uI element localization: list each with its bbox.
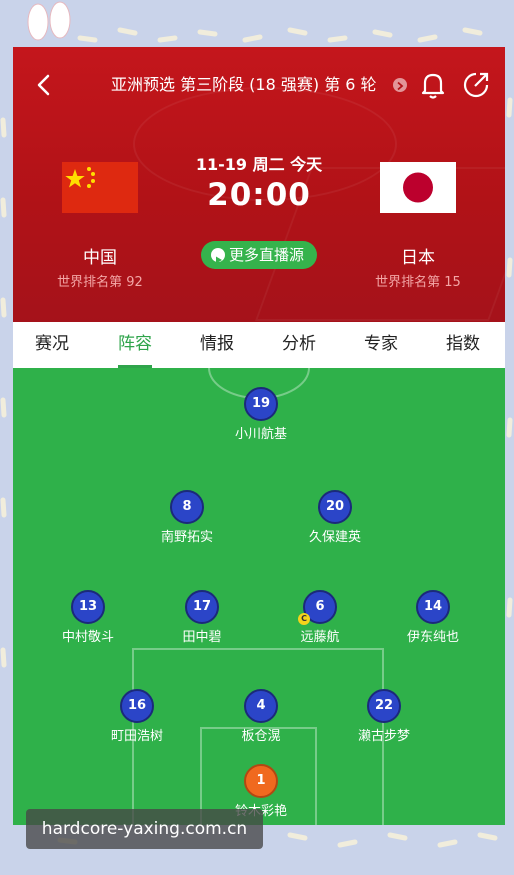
- player-number: 22: [367, 689, 401, 723]
- player-token[interactable]: 19 小川航基: [211, 387, 311, 447]
- tab-match-status[interactable]: 赛况: [35, 322, 69, 368]
- player-name: 南野拓实: [160, 530, 213, 545]
- player-name: 町田浩树: [110, 729, 163, 744]
- top-bar: 亚洲预选 第三阶段 (18 强赛) 第 6 轮: [13, 47, 505, 123]
- player-name: 伊东纯也: [406, 630, 459, 645]
- player-token[interactable]: 8 南野拓实: [137, 490, 237, 550]
- play-icon: [211, 248, 225, 264]
- player-name: 田中碧: [182, 630, 222, 645]
- captain-badge: C: [298, 613, 310, 625]
- player-name: 小川航基: [234, 427, 287, 442]
- player-token[interactable]: 22 濑古步梦: [334, 689, 434, 749]
- lineup-pitch: 19 小川航基 8 南野拓实 20 久保建英 13 中村敬斗 17 田中碧 6 …: [13, 368, 505, 825]
- player-number: 19: [244, 387, 278, 421]
- player-token[interactable]: 13 中村敬斗: [38, 590, 138, 650]
- match-title[interactable]: 亚洲预选 第三阶段 (18 强赛) 第 6 轮: [111, 73, 411, 97]
- tab-label: 赛况: [35, 334, 69, 354]
- match-header: 亚洲预选 第三阶段 (18 强赛) 第 6 轮 11-19 周二 今天 20:0…: [13, 47, 505, 322]
- away-team-rank: 世界排名第 15: [375, 275, 461, 290]
- more-live-sources-label: 更多直播源: [229, 246, 305, 264]
- more-live-sources-button[interactable]: 更多直播源: [201, 241, 317, 269]
- tab-lineup[interactable]: 阵容: [118, 322, 152, 368]
- site-watermark: hardcore-yaxing.com.cn: [26, 809, 263, 849]
- player-token[interactable]: 17 田中碧: [152, 590, 252, 650]
- player-token[interactable]: 14 伊东纯也: [383, 590, 483, 650]
- player-token[interactable]: 6 C 远藤航: [270, 590, 370, 650]
- player-token[interactable]: 4 板仓滉: [211, 689, 311, 749]
- tab-label: 分析: [282, 334, 316, 354]
- tab-label: 专家: [364, 334, 398, 354]
- tab-analysis[interactable]: 分析: [282, 322, 316, 368]
- tab-odds[interactable]: 指数: [446, 322, 480, 368]
- player-name: 远藤航: [300, 630, 340, 645]
- player-name: 久保建英: [308, 530, 361, 545]
- tab-expert[interactable]: 专家: [364, 322, 398, 368]
- tab-label: 指数: [446, 334, 480, 354]
- player-number: 13: [71, 590, 105, 624]
- share-icon[interactable]: [461, 70, 491, 100]
- player-number: 8: [170, 490, 204, 524]
- bell-icon[interactable]: [419, 70, 447, 100]
- match-date: 11-19 周二 今天: [195, 155, 323, 174]
- match-time: 20:00: [207, 177, 311, 213]
- china-flag-icon: [62, 162, 138, 213]
- player-token[interactable]: 20 久保建英: [285, 490, 385, 550]
- tab-intel[interactable]: 情报: [200, 322, 234, 368]
- player-number: 14: [416, 590, 450, 624]
- tab-label: 情报: [200, 334, 234, 354]
- player-number: 20: [318, 490, 352, 524]
- player-number: 4: [244, 689, 278, 723]
- goalkeeper-number: 1: [244, 764, 278, 798]
- player-number: 17: [185, 590, 219, 624]
- player-number: 16: [120, 689, 154, 723]
- home-team-rank: 世界排名第 92: [57, 275, 143, 290]
- player-token[interactable]: 16 町田浩树: [87, 689, 187, 749]
- home-team-name[interactable]: 中国: [30, 243, 170, 268]
- chevron-right-icon[interactable]: [393, 78, 407, 92]
- tab-label: 阵容: [118, 334, 152, 354]
- match-app: 亚洲预选 第三阶段 (18 强赛) 第 6 轮 11-19 周二 今天 20:0…: [13, 47, 505, 825]
- tab-bar: 赛况 阵容 情报 分析 专家 指数: [13, 322, 505, 368]
- away-team-name[interactable]: 日本: [348, 243, 488, 268]
- japan-flag-icon: [380, 162, 456, 213]
- player-name: 濑古步梦: [357, 729, 410, 744]
- back-arrow-icon[interactable]: [33, 73, 55, 97]
- player-name: 中村敬斗: [61, 630, 114, 645]
- player-name: 板仓滉: [241, 729, 281, 744]
